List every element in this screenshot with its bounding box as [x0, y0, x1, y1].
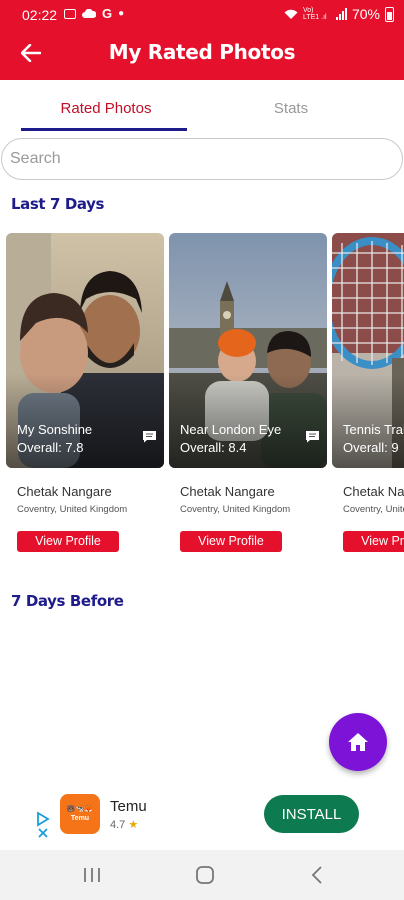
- section-last-7-days: Last 7 Days: [11, 195, 105, 213]
- home-button[interactable]: [193, 864, 217, 886]
- recent-apps-button[interactable]: [80, 864, 104, 886]
- view-profile-button[interactable]: View Profile: [343, 531, 404, 552]
- view-profile-button[interactable]: View Profile: [180, 531, 282, 552]
- adchoices-icon[interactable]: [36, 811, 50, 839]
- user-location: Coventry, United Kingdom: [17, 504, 128, 515]
- ad-rating: 4.7 ★: [110, 819, 139, 831]
- tab-rated-photos[interactable]: Rated Photos: [21, 100, 191, 117]
- tab-indicator: [21, 128, 187, 131]
- page-title: My Rated Photos: [108, 40, 296, 64]
- system-nav-bar: [0, 850, 404, 900]
- photo-score: Overall: 7.8: [17, 440, 84, 455]
- network-label: Vo) LTE1 .ıl: [302, 7, 327, 21]
- back-nav-button[interactable]: [306, 864, 330, 886]
- ad-app-name[interactable]: Temu: [110, 798, 147, 815]
- user-location: Coventry, United Kingdom: [343, 504, 404, 515]
- photo-title: My Sonshine: [17, 422, 93, 437]
- tab-bar: Rated Photos Stats: [0, 80, 404, 132]
- signal-icon: [335, 8, 347, 20]
- user-name: Chetak Nangare: [180, 484, 275, 499]
- status-bar: 02:22 G ● Vo) LTE1 .ıl 70%: [0, 0, 404, 32]
- status-right: Vo) LTE1 .ıl 70%: [284, 6, 394, 22]
- photo-title: Tennis Training: [343, 422, 404, 437]
- ad-banner: 🐻🐄🦊 Temu Temu 4.7 ★ INSTALL: [0, 780, 404, 850]
- user-location: Coventry, United Kingdom: [180, 504, 291, 515]
- photo-title: Near London Eye: [180, 422, 282, 437]
- cloud-icon: [82, 8, 96, 18]
- user-name: Chetak Nangare: [343, 484, 404, 499]
- photo-score: Overall: 8.4: [180, 440, 247, 455]
- wifi-icon: [284, 9, 298, 19]
- photo-score: Overall: 9: [343, 440, 399, 455]
- tab-stats[interactable]: Stats: [206, 100, 376, 117]
- notification-icons: G ●: [64, 6, 124, 21]
- status-time: 02:22: [22, 7, 58, 23]
- view-profile-button[interactable]: View Profile: [17, 531, 119, 552]
- google-icon: G: [102, 6, 113, 21]
- image-icon: [64, 8, 76, 19]
- temu-logo[interactable]: 🐻🐄🦊 Temu: [60, 794, 100, 834]
- home-fab[interactable]: [329, 713, 387, 771]
- dot-icon: ●: [118, 8, 125, 19]
- app-bar: 02:22 G ● Vo) LTE1 .ıl 70% My Rated Phot…: [0, 0, 404, 80]
- comment-icon[interactable]: [142, 430, 157, 443]
- star-icon: ★: [128, 819, 139, 831]
- user-name: Chetak Nangare: [17, 484, 112, 499]
- battery-pct: 70%: [351, 6, 380, 22]
- home-icon: [348, 733, 368, 751]
- card-clip: Tennis Training Overall: 9 Chetak Nangar…: [332, 233, 404, 563]
- search-input[interactable]: [1, 138, 403, 180]
- section-7-days-before: 7 Days Before: [11, 592, 124, 610]
- comment-icon[interactable]: [305, 430, 320, 443]
- install-button[interactable]: INSTALL: [264, 795, 359, 833]
- battery-icon: [385, 6, 394, 22]
